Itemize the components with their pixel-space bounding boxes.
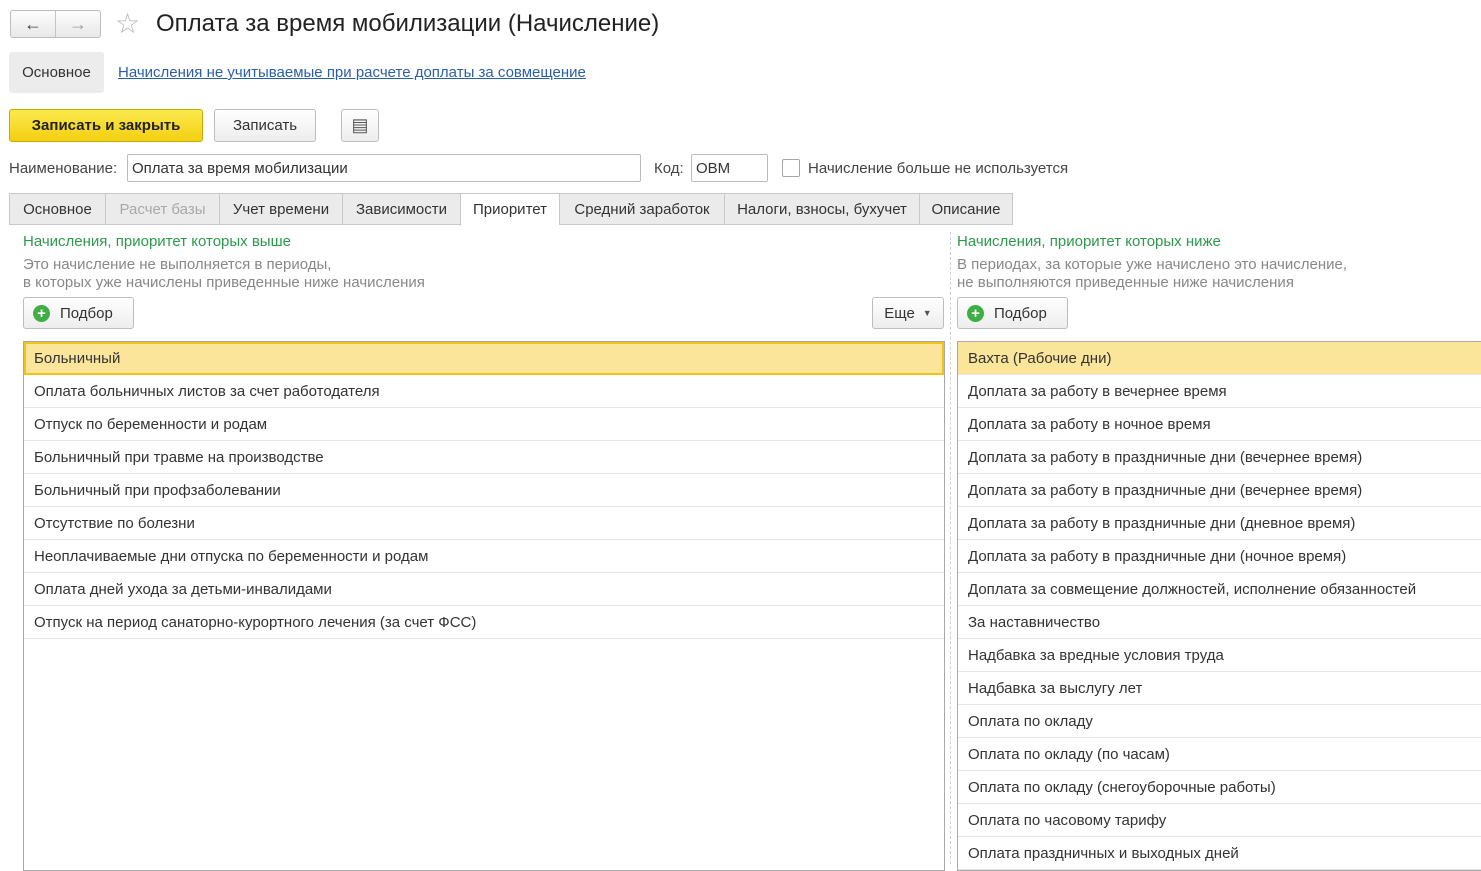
right-podbor-button[interactable]: + Подбор (957, 297, 1068, 329)
tab-taxes[interactable]: Налоги, взносы, бухучет (724, 193, 919, 225)
list-item[interactable]: Неоплачиваемые дни отпуска по беременнос… (24, 540, 944, 573)
list-item[interactable]: Доплата за работу в вечернее время (958, 375, 1481, 408)
more-label: Еще (884, 304, 915, 322)
tab-average-earnings[interactable]: Средний заработок (559, 193, 724, 225)
left-podbor-button[interactable]: + Подбор (23, 297, 134, 329)
list-item[interactable]: Доплата за работу в праздничные дни (веч… (958, 474, 1481, 507)
list-item[interactable]: Оплата по окладу (снегоуборочные работы) (958, 771, 1481, 804)
list-item[interactable]: Больничный при профзаболевании (24, 474, 944, 507)
right-accruals-list: Вахта (Рабочие дни) Доплата за работу в … (957, 341, 1481, 871)
plus-icon: + (967, 304, 984, 322)
name-label: Наименование: (9, 160, 118, 177)
left-panel-desc-2: в которых уже начислены приведенные ниже… (23, 274, 425, 291)
save-and-close-button[interactable]: Записать и закрыть (9, 109, 203, 142)
tab-priority[interactable]: Приоритет (460, 193, 559, 226)
left-podbor-label: Подбор (60, 304, 113, 322)
tab-dependencies[interactable]: Зависимости (342, 193, 460, 225)
code-label: Код: (654, 160, 684, 177)
list-item[interactable]: Больничный (24, 342, 944, 375)
tab-base-calculation[interactable]: Расчет базы (105, 193, 219, 225)
list-item[interactable]: Доплата за работу в праздничные дни (веч… (958, 441, 1481, 474)
favorite-star-icon[interactable]: ☆ (115, 9, 140, 39)
list-item[interactable]: Оплата дней ухода за детьми-инвалидами (24, 573, 944, 606)
code-input[interactable]: ОВМ (691, 154, 768, 182)
section-link-excluded-accruals[interactable]: Начисления не учитываемые при расчете до… (118, 64, 586, 81)
forward-button[interactable]: → (55, 11, 100, 37)
right-panel-desc-1: В периодах, за которые уже начислено это… (957, 256, 1347, 273)
name-input[interactable]: Оплата за время мобилизации (127, 154, 641, 182)
left-panel-title: Начисления, приоритет которых выше (23, 233, 291, 250)
list-item[interactable]: Оплата больничных листов за счет работод… (24, 375, 944, 408)
list-item[interactable]: Доплата за работу в праздничные дни (дне… (958, 507, 1481, 540)
not-used-checkbox[interactable] (782, 159, 800, 177)
panel-divider[interactable] (950, 232, 951, 864)
list-item[interactable]: Надбавка за вредные условия труда (958, 639, 1481, 672)
plus-icon: + (33, 304, 50, 322)
list-item[interactable]: Оплата праздничных и выходных дней (958, 837, 1481, 870)
list-item[interactable]: Оплата по часовому тарифу (958, 804, 1481, 837)
arrow-right-icon: → (69, 13, 87, 34)
back-button[interactable]: ← (11, 11, 55, 37)
arrow-left-icon: ← (24, 13, 42, 34)
left-panel-desc-1: Это начисление не выполняется в периоды, (23, 256, 332, 273)
more-menu-button[interactable]: Еще ▼ (872, 297, 944, 329)
list-item[interactable]: За наставничество (958, 606, 1481, 639)
not-used-label: Начисление больше не используется (808, 160, 1069, 177)
tab-time-accounting[interactable]: Учет времени (219, 193, 342, 225)
left-accruals-list: Больничный Оплата больничных листов за с… (23, 341, 945, 871)
document-list-icon: ▤ (351, 115, 369, 135)
tab-description[interactable]: Описание (919, 193, 1013, 225)
report-menu-button[interactable]: ▤ (341, 109, 379, 142)
section-main[interactable]: Основное (9, 52, 104, 93)
right-podbor-label: Подбор (994, 304, 1047, 322)
list-item[interactable]: Отсутствие по болезни (24, 507, 944, 540)
tab-main[interactable]: Основное (9, 193, 105, 225)
navigation-buttons: ← → (10, 10, 101, 38)
tab-bar: Основное Расчет базы Учет времени Зависи… (9, 193, 1013, 226)
list-item[interactable]: Больничный при травме на производстве (24, 441, 944, 474)
list-item[interactable]: Отпуск на период санаторно-курортного ле… (24, 606, 944, 639)
window-title: Оплата за время мобилизации (Начисление) (156, 10, 660, 37)
list-item[interactable]: Доплата за работу в праздничные дни (ноч… (958, 540, 1481, 573)
list-item[interactable]: Надбавка за выслугу лет (958, 672, 1481, 705)
list-item[interactable]: Отпуск по беременности и родам (24, 408, 944, 441)
right-panel-desc-2: не выполняются приведенные ниже начислен… (957, 274, 1294, 291)
caret-down-icon: ▼ (922, 308, 932, 318)
right-panel-title: Начисления, приоритет которых ниже (957, 233, 1221, 250)
list-item[interactable]: Оплата по окладу (958, 705, 1481, 738)
list-item[interactable]: Вахта (Рабочие дни) (958, 342, 1481, 375)
list-item[interactable]: Доплата за работу в ночное время (958, 408, 1481, 441)
save-button[interactable]: Записать (214, 109, 316, 142)
list-item[interactable]: Доплата за совмещение должностей, исполн… (958, 573, 1481, 606)
list-item[interactable]: Оплата по окладу (по часам) (958, 738, 1481, 771)
